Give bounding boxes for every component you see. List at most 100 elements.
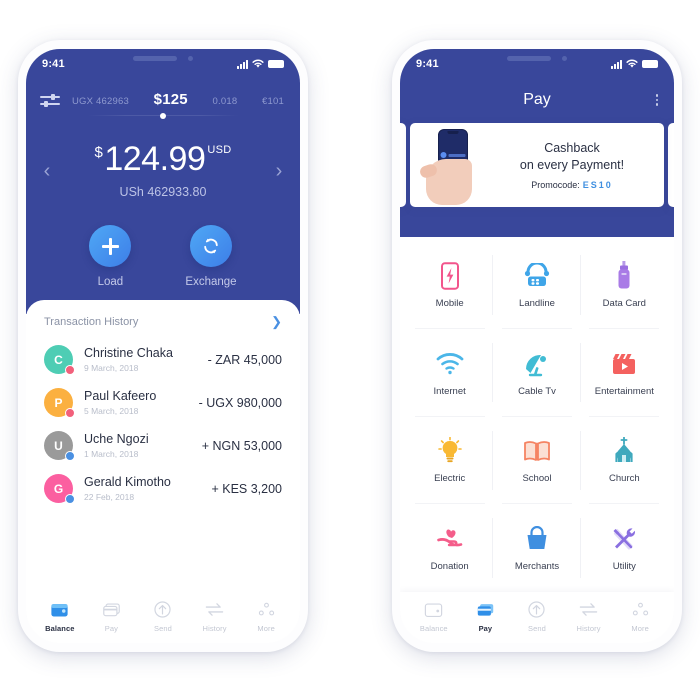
service-label: Cable Tv [518,385,556,397]
service-cable-tv[interactable]: Cable Tv [493,329,581,417]
nav-item-send[interactable]: Send [511,599,563,633]
currency-option-btc[interactable]: 0.018 [213,96,238,107]
nav-item-pay[interactable]: Pay [460,599,512,633]
exchange-button[interactable]: Exchange [185,225,237,288]
speaker-grille [133,56,177,61]
load-button[interactable]: Load [89,225,132,288]
avatar-initial: C [54,352,63,367]
avatar-badge [65,494,75,504]
battery-icon [268,60,284,68]
table-row[interactable]: P Paul Kafeero 5 March, 2018 - UGX 980,0… [26,381,300,424]
nav-label: Send [154,624,172,633]
service-school[interactable]: School [493,417,581,505]
currency-slider-knob[interactable] [160,112,166,119]
status-icons [237,59,284,69]
service-label: Electric [434,473,466,485]
nav-item-balance[interactable]: Balance [408,599,460,633]
promo-card-next[interactable] [668,123,674,207]
nav-label: History [202,624,227,633]
promo-line-1: Cashback [544,141,600,156]
quick-actions: Load Exchange [26,225,300,288]
service-church[interactable]: Church [581,417,668,505]
transaction-info: Uche Ngozi 1 March, 2018 [84,432,196,460]
balance-main: $ 124.99 USD USh 462933.80 [62,142,264,199]
promo-carousel[interactable]: Cashback on every Payment! Promocode: ES1… [400,123,674,207]
church-icon [611,436,637,466]
avatar-badge [65,365,75,375]
currency-option-ugx[interactable]: UGX 462963 [72,96,129,107]
service-mobile[interactable]: Mobile [406,241,494,329]
balance-display: ‹ $ 124.99 USD USh 462933.80 › [26,142,300,199]
promo-card-cashback[interactable]: Cashback on every Payment! Promocode: ES1… [410,123,664,207]
avatar: C [44,345,75,375]
currency-selector[interactable]: UGX 462963 $125 0.018 €101 [26,85,300,108]
mobile-phone-icon [439,261,461,291]
service-entertainment[interactable]: Entertainment [581,329,668,417]
currency-slider-track[interactable] [88,112,238,119]
transaction-name: Gerald Kimotho [84,474,171,489]
service-donation[interactable]: Donation [406,504,494,592]
balance-value: 124.99 [104,140,206,178]
nav-label: Pay [478,624,493,633]
avatar-initial: G [53,481,64,496]
currency-option-eur[interactable]: €101 [262,96,284,107]
chevron-right-icon[interactable]: ❯ [271,314,282,330]
exchange-arrows-icon [563,599,615,620]
hand-holding-phone-icon [418,125,492,205]
status-time: 9:41 [416,58,439,70]
hand-heart-icon [436,524,464,554]
promo-card-prev[interactable] [400,123,406,207]
avatar: U [44,431,75,461]
table-row[interactable]: G Gerald Kimotho 22 Feb, 2018 + KES 3,20… [26,467,300,510]
filter-sliders-icon[interactable] [40,92,60,108]
load-button-circle[interactable] [89,225,132,267]
nav-label: Send [528,624,546,633]
nav-item-send[interactable]: Send [137,599,189,633]
transaction-amount: - UGX 980,000 [198,395,282,410]
shopping-bag-icon [524,524,550,554]
chevron-left-icon[interactable]: ‹ [36,161,58,181]
open-book-icon [523,436,551,466]
transaction-amount: + KES 3,200 [211,481,282,496]
tools-wrench-screwdriver-icon [611,524,637,554]
service-label: Church [609,473,640,485]
front-camera [562,56,567,61]
nav-item-history[interactable]: History [189,599,241,633]
transaction-info: Christine Chaka 9 March, 2018 [84,346,202,374]
service-utility[interactable]: Utility [581,504,668,592]
nav-item-pay[interactable]: Pay [86,599,138,633]
balance-amount: $ 124.99 USD [95,142,232,176]
nav-label: Balance [45,624,75,633]
avatar-badge [65,408,75,418]
nav-item-history[interactable]: History [563,599,615,633]
promo-code-row: Promocode: ES10 [492,180,652,190]
screen-balance: 9:41 UGX 462963 $125 0.018 €101 ‹ $ 124.… [26,49,300,643]
transaction-history-header[interactable]: Transaction History ❯ [26,300,300,338]
device-notch [133,56,193,61]
service-data-card[interactable]: Data Card [581,241,668,329]
nav-item-more[interactable]: More [614,599,666,633]
exchange-arrows-icon [189,599,241,620]
kebab-menu-icon[interactable] [655,94,658,106]
currency-option-usd[interactable]: $125 [154,91,188,108]
signal-bars-icon [611,59,622,69]
service-internet[interactable]: Internet [406,329,494,417]
chevron-right-icon[interactable]: › [268,161,290,181]
service-merchants[interactable]: Merchants [493,504,581,592]
avatar-initial: U [54,438,63,453]
service-electric[interactable]: Electric [406,417,494,505]
plus-icon [101,237,119,255]
transaction-info: Gerald Kimotho 22 Feb, 2018 [84,475,205,503]
exchange-button-circle[interactable] [190,225,232,267]
service-landline[interactable]: Landline [493,241,581,329]
load-button-label: Load [97,276,124,288]
transaction-name: Uche Ngozi [84,431,149,446]
transaction-history-title: Transaction History [44,316,139,328]
nav-item-balance[interactable]: Balance [34,599,86,633]
clapperboard-icon [611,349,637,379]
table-row[interactable]: C Christine Chaka 9 March, 2018 - ZAR 45… [26,338,300,381]
currency-options[interactable]: UGX 462963 $125 0.018 €101 [70,91,286,108]
table-row[interactable]: U Uche Ngozi 1 March, 2018 + NGN 53,000 [26,424,300,467]
nav-item-more[interactable]: More [240,599,292,633]
transaction-info: Paul Kafeero 5 March, 2018 [84,389,193,417]
